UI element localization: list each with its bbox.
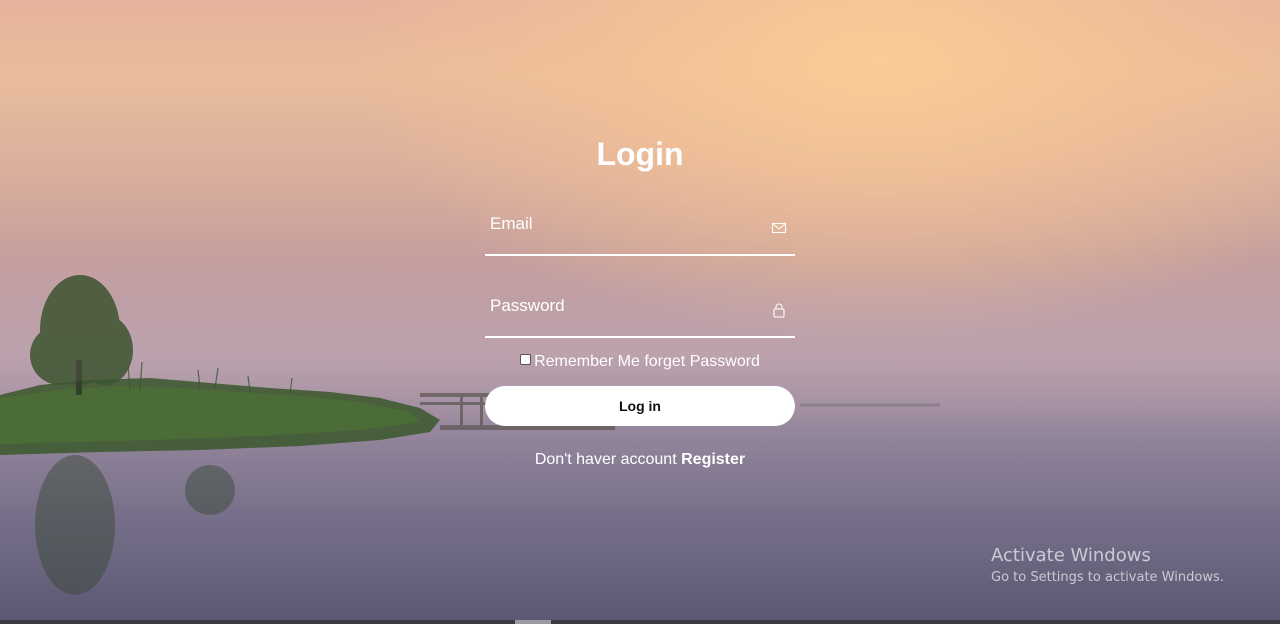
login-button[interactable]: Log in xyxy=(485,386,795,426)
no-account-text: Don't haver account xyxy=(534,451,677,468)
forgot-password-link[interactable]: forget Password xyxy=(644,353,760,370)
login-form: Login Remember Me forget Password Log in… xyxy=(485,130,795,470)
register-row: Don't haver account Register xyxy=(485,450,795,470)
login-title: Login xyxy=(596,136,684,172)
email-field-wrapper xyxy=(485,210,795,256)
register-link[interactable]: Register xyxy=(681,451,745,468)
windows-activation-watermark: Activate Windows Go to Settings to activ… xyxy=(991,545,1224,589)
remember-row: Remember Me forget Password xyxy=(485,352,795,372)
watermark-title: Activate Windows xyxy=(991,545,1151,566)
watermark-subtitle: Go to Settings to activate Windows. xyxy=(991,570,1224,585)
password-input[interactable] xyxy=(485,292,795,336)
remember-me-checkbox[interactable] xyxy=(520,354,532,365)
bottom-scrollbar[interactable] xyxy=(0,620,1280,624)
password-field-wrapper xyxy=(485,292,795,338)
remember-me-label[interactable]: Remember Me xyxy=(534,353,640,370)
email-input[interactable] xyxy=(485,210,795,254)
lock-icon xyxy=(771,302,787,318)
envelope-icon xyxy=(771,220,787,236)
scrollbar-thumb[interactable] xyxy=(515,620,551,624)
